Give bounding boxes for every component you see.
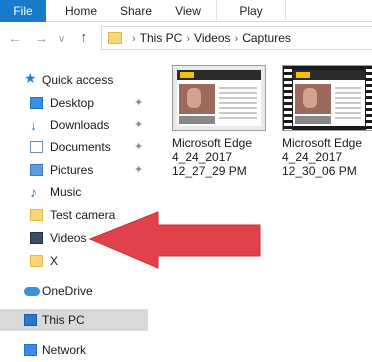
nav-item-test-camera[interactable]: Test camera xyxy=(0,204,148,226)
pin-icon[interactable]: ✦ xyxy=(134,92,143,114)
pin-icon[interactable]: ✦ xyxy=(134,136,143,158)
breadcrumb-videos[interactable]: Videos xyxy=(194,31,230,45)
nav-label: Network xyxy=(42,343,87,357)
nav-label: OneDrive xyxy=(42,284,93,298)
nav-item-documents[interactable]: Documents ✦ xyxy=(0,136,148,158)
file-name-line: 12_27_29 PM xyxy=(172,164,247,178)
tab-share[interactable]: Share xyxy=(114,0,158,22)
nav-label: Pictures xyxy=(50,163,94,177)
nav-item-desktop[interactable]: Desktop ✦ xyxy=(0,92,148,114)
nav-label: This PC xyxy=(42,313,85,327)
tab-play[interactable]: Play xyxy=(216,0,286,22)
tab-home[interactable]: Home xyxy=(56,0,106,22)
desktop-icon xyxy=(30,97,43,109)
file-name-line: 12_30_06 PM xyxy=(282,164,357,178)
videos-icon xyxy=(30,232,43,244)
cloud-icon xyxy=(24,287,40,296)
file-name-line: Microsoft Edge xyxy=(172,136,253,150)
file-name-line: Microsoft Edge xyxy=(282,136,363,150)
breadcrumb-this-pc[interactable]: This PC xyxy=(140,31,183,45)
nav-this-pc[interactable]: This PC xyxy=(0,309,148,331)
address-bar[interactable]: › This PC › Videos › Captures xyxy=(101,26,372,50)
nav-label: Music xyxy=(50,185,82,199)
nav-item-downloads[interactable]: ↓ Downloads ✦ xyxy=(0,114,148,136)
forward-arrow-icon[interactable]: → xyxy=(34,29,48,47)
file-name[interactable]: Microsoft Edge 4_24_2017 12_30_06 PM xyxy=(282,136,372,178)
nav-label: X xyxy=(50,254,59,268)
pictures-icon xyxy=(30,164,43,176)
recent-locations-chevron-icon[interactable]: ∨ xyxy=(58,31,65,49)
nav-item-x[interactable]: X xyxy=(0,250,148,272)
nav-label: Videos xyxy=(50,231,87,245)
file-name-line: 4_24_2017 xyxy=(282,150,343,164)
breadcrumb-separator-icon: › xyxy=(234,33,239,45)
music-icon: ♪ xyxy=(30,184,37,200)
nav-label: Desktop xyxy=(50,96,95,110)
nav-label: Quick access xyxy=(42,73,114,87)
breadcrumb-captures[interactable]: Captures xyxy=(242,31,291,45)
folder-icon xyxy=(30,209,43,221)
network-icon xyxy=(24,344,37,356)
up-arrow-icon[interactable]: ↑ xyxy=(80,29,88,47)
nav-label: Downloads xyxy=(50,118,110,132)
breadcrumb-separator-icon: › xyxy=(132,33,136,45)
nav-label: Documents xyxy=(50,140,111,154)
ribbon-tabs: File Home Share View Play xyxy=(0,0,372,22)
pin-icon[interactable]: ✦ xyxy=(134,159,143,181)
nav-onedrive[interactable]: OneDrive xyxy=(0,280,148,302)
pin-icon[interactable]: ✦ xyxy=(134,114,143,136)
nav-item-pictures[interactable]: Pictures ✦ xyxy=(0,159,148,181)
nav-network[interactable]: Network xyxy=(0,339,148,361)
documents-icon xyxy=(30,141,43,153)
thumbnail-screenshot xyxy=(293,70,365,126)
nav-item-videos[interactable]: Videos xyxy=(0,227,148,249)
navigation-pane: ★ Quick access Desktop ✦ ↓ Downloads ✦ D… xyxy=(0,54,152,362)
download-icon: ↓ xyxy=(30,117,37,133)
film-strip-icon xyxy=(366,66,372,130)
file-thumbnail[interactable] xyxy=(282,65,372,131)
tab-file[interactable]: File xyxy=(0,0,46,22)
breadcrumb-separator-icon: › xyxy=(186,33,191,45)
thumbnail-screenshot xyxy=(177,70,261,126)
file-name[interactable]: Microsoft Edge 4_24_2017 12_27_29 PM xyxy=(172,136,272,178)
address-row: ← → ∨ ↑ › This PC › Videos › Captures xyxy=(0,22,372,54)
nav-label: Test camera xyxy=(50,208,116,222)
breadcrumb: › This PC › Videos › Captures xyxy=(128,31,291,45)
tab-view[interactable]: View xyxy=(166,0,210,22)
star-icon: ★ xyxy=(24,70,37,86)
file-name-line: 4_24_2017 xyxy=(172,150,233,164)
computer-icon xyxy=(24,314,37,326)
folder-icon xyxy=(108,32,122,44)
film-strip-icon xyxy=(284,66,292,130)
file-thumbnail[interactable] xyxy=(172,65,266,131)
nav-quick-access[interactable]: ★ Quick access xyxy=(0,69,148,91)
back-arrow-icon[interactable]: ← xyxy=(8,29,22,47)
nav-item-music[interactable]: ♪ Music xyxy=(0,181,148,203)
folder-icon xyxy=(30,255,43,267)
